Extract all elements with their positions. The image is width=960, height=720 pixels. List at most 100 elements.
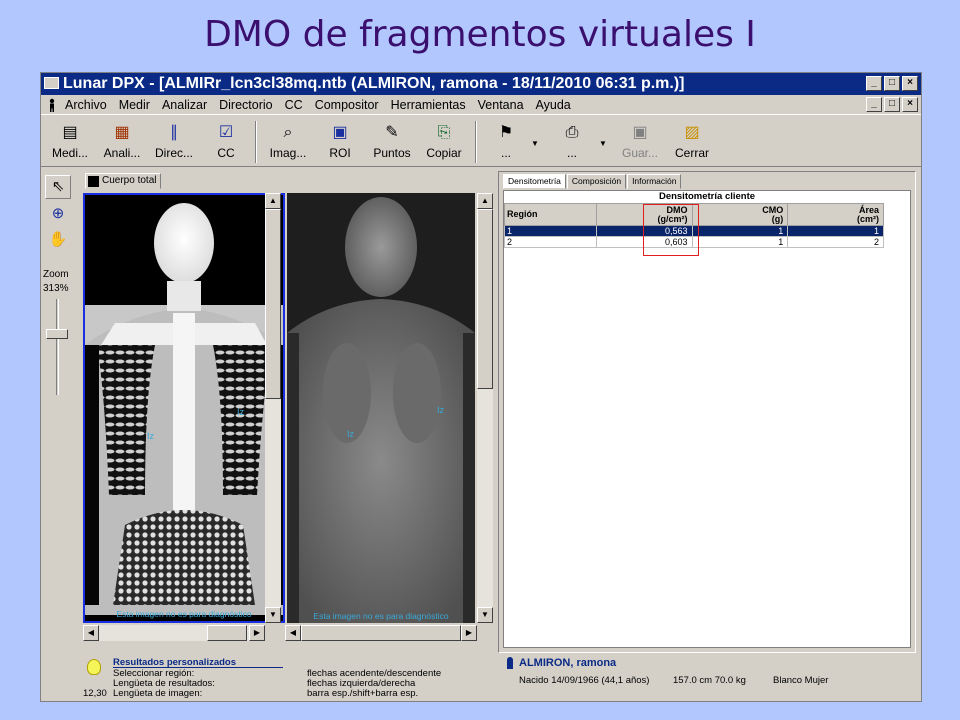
- left-tool-palette: ⇖ ⊕ ✋ Zoom 313%: [41, 169, 79, 689]
- person-icon: [49, 98, 55, 112]
- col-header-region: Región: [504, 203, 597, 226]
- zoom-tool-button[interactable]: ⊕: [45, 203, 71, 227]
- toolbar-puntos-button[interactable]: ✎ Puntos: [367, 121, 417, 163]
- toolbar-directorio-button[interactable]: ∥ Direc...: [149, 121, 199, 163]
- scan2-vertical-scrollbar[interactable]: ▲ ▼: [477, 193, 493, 623]
- tab-composicion[interactable]: Composición: [566, 174, 627, 189]
- results-tabs: Densitometría Composición Información: [503, 174, 682, 189]
- lightbulb-icon: [87, 659, 101, 675]
- scrollbar-thumb[interactable]: [477, 209, 493, 389]
- status-line-3: Lengüeta de imagen:: [113, 688, 203, 699]
- printer-icon: ⎙: [565, 124, 579, 141]
- toolbar-separator: [255, 121, 257, 163]
- mdi-close-button[interactable]: ×: [902, 97, 918, 112]
- brush-icon: ✎: [385, 124, 399, 141]
- menu-cc[interactable]: CC: [285, 98, 303, 112]
- pointer-tool-button[interactable]: ⇖: [45, 175, 71, 199]
- status-hint-3: barra esp./shift+barra esp.: [307, 688, 419, 699]
- menu-herramientas[interactable]: Herramientas: [391, 98, 466, 112]
- patient-reference: Blanco Mujer: [773, 675, 829, 686]
- minimize-button[interactable]: _: [866, 76, 882, 91]
- scrollbar-thumb[interactable]: [207, 625, 247, 641]
- scanner-icon: ▤: [62, 124, 78, 141]
- menu-medir[interactable]: Medir: [119, 98, 150, 112]
- save-icon: ▣: [632, 124, 648, 141]
- bone-scan-image[interactable]: Iz Iz Esta imagen no es para diagnóstico: [83, 193, 285, 623]
- toolbar-separator: [475, 121, 477, 163]
- mdi-minimize-button[interactable]: _: [866, 97, 882, 112]
- scrollbar-thumb[interactable]: [301, 625, 461, 641]
- roi-label-right: Iz: [237, 407, 245, 417]
- app-icon: [44, 77, 59, 89]
- tab-densitometria[interactable]: Densitometría: [503, 174, 566, 189]
- patient-info: Nacido 14/09/1966 (44,1 años): [519, 675, 650, 686]
- toolbar-cc-button[interactable]: ☑ CC: [201, 121, 251, 163]
- zoom-slider-track[interactable]: [56, 299, 59, 395]
- scroll-right-arrow-icon[interactable]: ▶: [461, 625, 477, 641]
- table-caption: Densitometría cliente: [658, 191, 756, 202]
- scroll-up-arrow-icon[interactable]: ▲: [265, 193, 281, 209]
- chevron-down-icon[interactable]: ▼: [599, 139, 607, 148]
- scroll-up-arrow-icon[interactable]: ▲: [477, 193, 493, 209]
- pan-tool-button[interactable]: ✋: [45, 229, 71, 253]
- toolbar-flag-button[interactable]: ⚑...: [481, 121, 531, 163]
- not-diagnostic-note-2: Esta imagen no es para diagnóstico: [313, 611, 449, 621]
- menu-compositor[interactable]: Compositor: [315, 98, 379, 112]
- slide-title: DMO de fragmentos virtuales I: [204, 14, 756, 55]
- not-diagnostic-note: Esta imagen no es para diagnóstico: [116, 609, 252, 619]
- toolbar-print-button[interactable]: ⎙...: [547, 121, 597, 163]
- image-panel: Cuerpo total Iz Iz Esta imagen no es par…: [83, 173, 495, 651]
- chevron-down-icon[interactable]: ▼: [531, 139, 539, 148]
- toolbar-analizar-button[interactable]: ▦ Anali...: [97, 121, 147, 163]
- hand-icon: ✋: [48, 231, 68, 248]
- scroll-right-arrow-icon[interactable]: ▶: [249, 625, 265, 641]
- roi-label-left: Iz: [147, 431, 155, 441]
- toolbar-copiar-button[interactable]: ⎘ Copiar: [419, 121, 469, 163]
- status-counter: 12,30: [83, 688, 107, 699]
- flag-icon: ⚑: [498, 124, 514, 141]
- analyze-icon: ▦: [114, 124, 130, 141]
- body-icon: [88, 176, 99, 187]
- menu-directorio[interactable]: Directorio: [219, 98, 273, 112]
- zoom-slider-thumb[interactable]: [46, 329, 68, 339]
- menu-ayuda[interactable]: Ayuda: [536, 98, 571, 112]
- toolbar-imagen-button[interactable]: ⌕ Imag...: [263, 121, 313, 163]
- results-panel: Densitometría Composición Información De…: [498, 171, 916, 653]
- lunar-dpx-window: Lunar DPX - [ALMIRr_lcn3cl38mq.ntb (ALMI…: [40, 72, 922, 702]
- col-header-cmo: CMO (g): [691, 203, 789, 226]
- dmo-highlight-box: [643, 204, 699, 256]
- tab-informacion[interactable]: Información: [627, 174, 682, 189]
- menu-bar: Archivo Medir Analizar Directorio CC Com…: [41, 95, 921, 115]
- tab-cuerpo-total[interactable]: Cuerpo total: [85, 173, 162, 189]
- image-magnifier-icon: ⌕: [283, 124, 293, 141]
- scroll-left-arrow-icon[interactable]: ◀: [285, 625, 301, 641]
- toolbar-cerrar-button[interactable]: ▨ Cerrar: [667, 121, 717, 163]
- roi-icon: ▣: [332, 124, 348, 141]
- toolbar-medir-button[interactable]: ▤ Medi...: [45, 121, 95, 163]
- scan2-horizontal-scrollbar[interactable]: ◀ ▶: [285, 625, 477, 641]
- roi-label-left-2: Iz: [347, 429, 355, 439]
- scan1-horizontal-scrollbar[interactable]: ◀ ▶: [83, 625, 265, 641]
- patient-name: ALMIRON, ramona: [519, 657, 617, 669]
- maximize-button[interactable]: □: [884, 76, 900, 91]
- menu-archivo[interactable]: Archivo: [65, 98, 107, 112]
- patient-pin-icon: [507, 657, 513, 669]
- soft-tissue-scan-image[interactable]: Iz Iz Esta imagen no es para diagnóstico: [287, 193, 475, 623]
- toolbar-guardar-button[interactable]: ▣ Guar...: [615, 121, 665, 163]
- mdi-restore-button[interactable]: □: [884, 97, 900, 112]
- scrollbar-thumb[interactable]: [265, 209, 281, 399]
- scroll-left-arrow-icon[interactable]: ◀: [83, 625, 99, 641]
- toolbar: ▤ Medi... ▦ Anali... ∥ Direc... ☑ CC ⌕ Imag..…: [41, 117, 921, 167]
- directory-icon: ∥: [170, 124, 178, 141]
- menu-analizar[interactable]: Analizar: [162, 98, 207, 112]
- window-titlebar[interactable]: Lunar DPX - [ALMIRr_lcn3cl38mq.ntb (ALMI…: [41, 73, 921, 95]
- scroll-down-arrow-icon[interactable]: ▼: [477, 607, 493, 623]
- magnifier-icon: ⊕: [51, 205, 65, 222]
- toolbar-roi-button[interactable]: ▣ ROI: [315, 121, 365, 163]
- menu-ventana[interactable]: Ventana: [478, 98, 524, 112]
- close-button[interactable]: ×: [902, 76, 918, 91]
- scroll-down-arrow-icon[interactable]: ▼: [265, 607, 281, 623]
- zoom-value: 313%: [43, 283, 69, 294]
- scan1-vertical-scrollbar[interactable]: ▲ ▼: [265, 193, 281, 623]
- cursor-arrow-icon: ⇖: [51, 178, 65, 195]
